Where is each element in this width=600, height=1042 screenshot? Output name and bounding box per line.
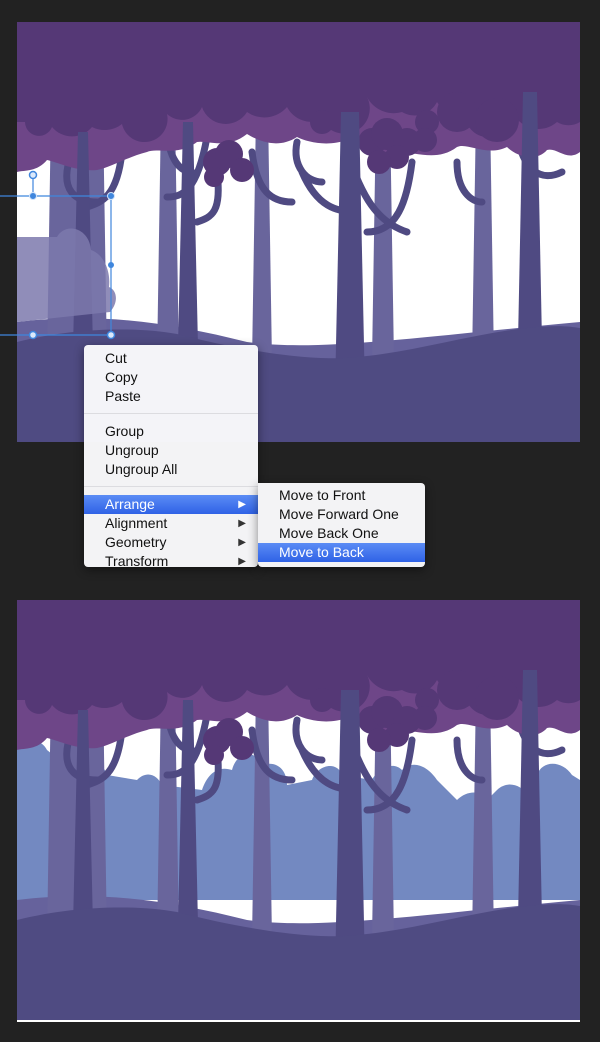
leaf-cluster (204, 167, 224, 187)
forest-illustration-after (17, 600, 580, 1020)
submenu-arrow-icon: ▶ (238, 518, 246, 529)
menu-item-label: Move to Back (279, 544, 364, 560)
menu-item-ungroup[interactable]: Ungroup (84, 441, 258, 460)
menu-item-label: Paste (105, 388, 141, 404)
leaf-cluster (367, 728, 391, 752)
canopy-blob (437, 670, 477, 710)
menu-item-label: Alignment (105, 515, 168, 531)
leaf-cluster (413, 128, 437, 152)
leaf-cluster (230, 158, 254, 182)
menu-item-label: Cut (105, 350, 127, 366)
front-tree-trunk (335, 112, 365, 392)
menu-item-transform[interactable]: Transform ▶ (84, 552, 258, 571)
menu-item-cut[interactable]: Cut (84, 349, 258, 368)
back-tree-trunk (252, 690, 272, 940)
tree-branch (292, 716, 326, 764)
menu-separator (84, 486, 258, 487)
leaf-cluster (204, 745, 224, 765)
menu-item-geometry[interactable]: Geometry ▶ (84, 533, 258, 552)
submenu-item-move-to-front[interactable]: Move to Front (258, 486, 425, 505)
canopy-blob (310, 110, 334, 134)
menu-item-label: Transform (105, 553, 169, 569)
submenu-item-move-forward-one[interactable]: Move Forward One (258, 505, 425, 524)
submenu-arrow-icon: ▶ (238, 556, 246, 567)
menu-separator (84, 413, 258, 414)
artboard-after[interactable] (17, 600, 580, 1022)
canopy-blob (475, 676, 519, 720)
menu-item-arrange[interactable]: Arrange ▶ (84, 495, 258, 514)
menu-item-group[interactable]: Group (84, 422, 258, 441)
submenu-item-move-back-one[interactable]: Move Back One (258, 524, 425, 543)
ground-hill (17, 904, 580, 1020)
menu-item-label: Geometry (105, 534, 167, 550)
front-tree-trunk (335, 690, 365, 970)
menu-item-ungroup-all[interactable]: Ungroup All (84, 460, 258, 479)
menu-item-label: Arrange (105, 496, 155, 512)
submenu-arrow-icon: ▶ (238, 537, 246, 548)
menu-item-label: Move Back One (279, 525, 379, 541)
menu-item-paste[interactable]: Paste (84, 387, 258, 406)
submenu-arrow-icon: ▶ (238, 499, 246, 510)
leaf-cluster (230, 736, 254, 760)
canopy-blob (475, 98, 519, 142)
menu-item-label: Copy (105, 369, 138, 385)
menu-item-alignment[interactable]: Alignment ▶ (84, 514, 258, 533)
context-menu: Cut Copy Paste Group Ungroup Ungroup All… (84, 345, 258, 569)
leaf-cluster (413, 706, 437, 730)
menu-item-copy[interactable]: Copy (84, 368, 258, 387)
menu-item-label: Group (105, 423, 144, 439)
foreground-ground (17, 904, 580, 1020)
canopy-blob (437, 92, 477, 132)
submenu-item-move-to-back[interactable]: Move to Back (258, 543, 425, 562)
menu-item-label: Ungroup All (105, 461, 178, 477)
canopy-blob (310, 688, 334, 712)
menu-item-label: Move to Front (279, 487, 366, 503)
tree-branch (292, 138, 326, 186)
leaf-cluster (367, 150, 391, 174)
back-tree-trunk (252, 112, 272, 362)
menu-item-label: Move Forward One (279, 506, 399, 522)
arrange-submenu: Move to Front Move Forward One Move Back… (258, 483, 425, 567)
menu-item-label: Ungroup (105, 442, 159, 458)
